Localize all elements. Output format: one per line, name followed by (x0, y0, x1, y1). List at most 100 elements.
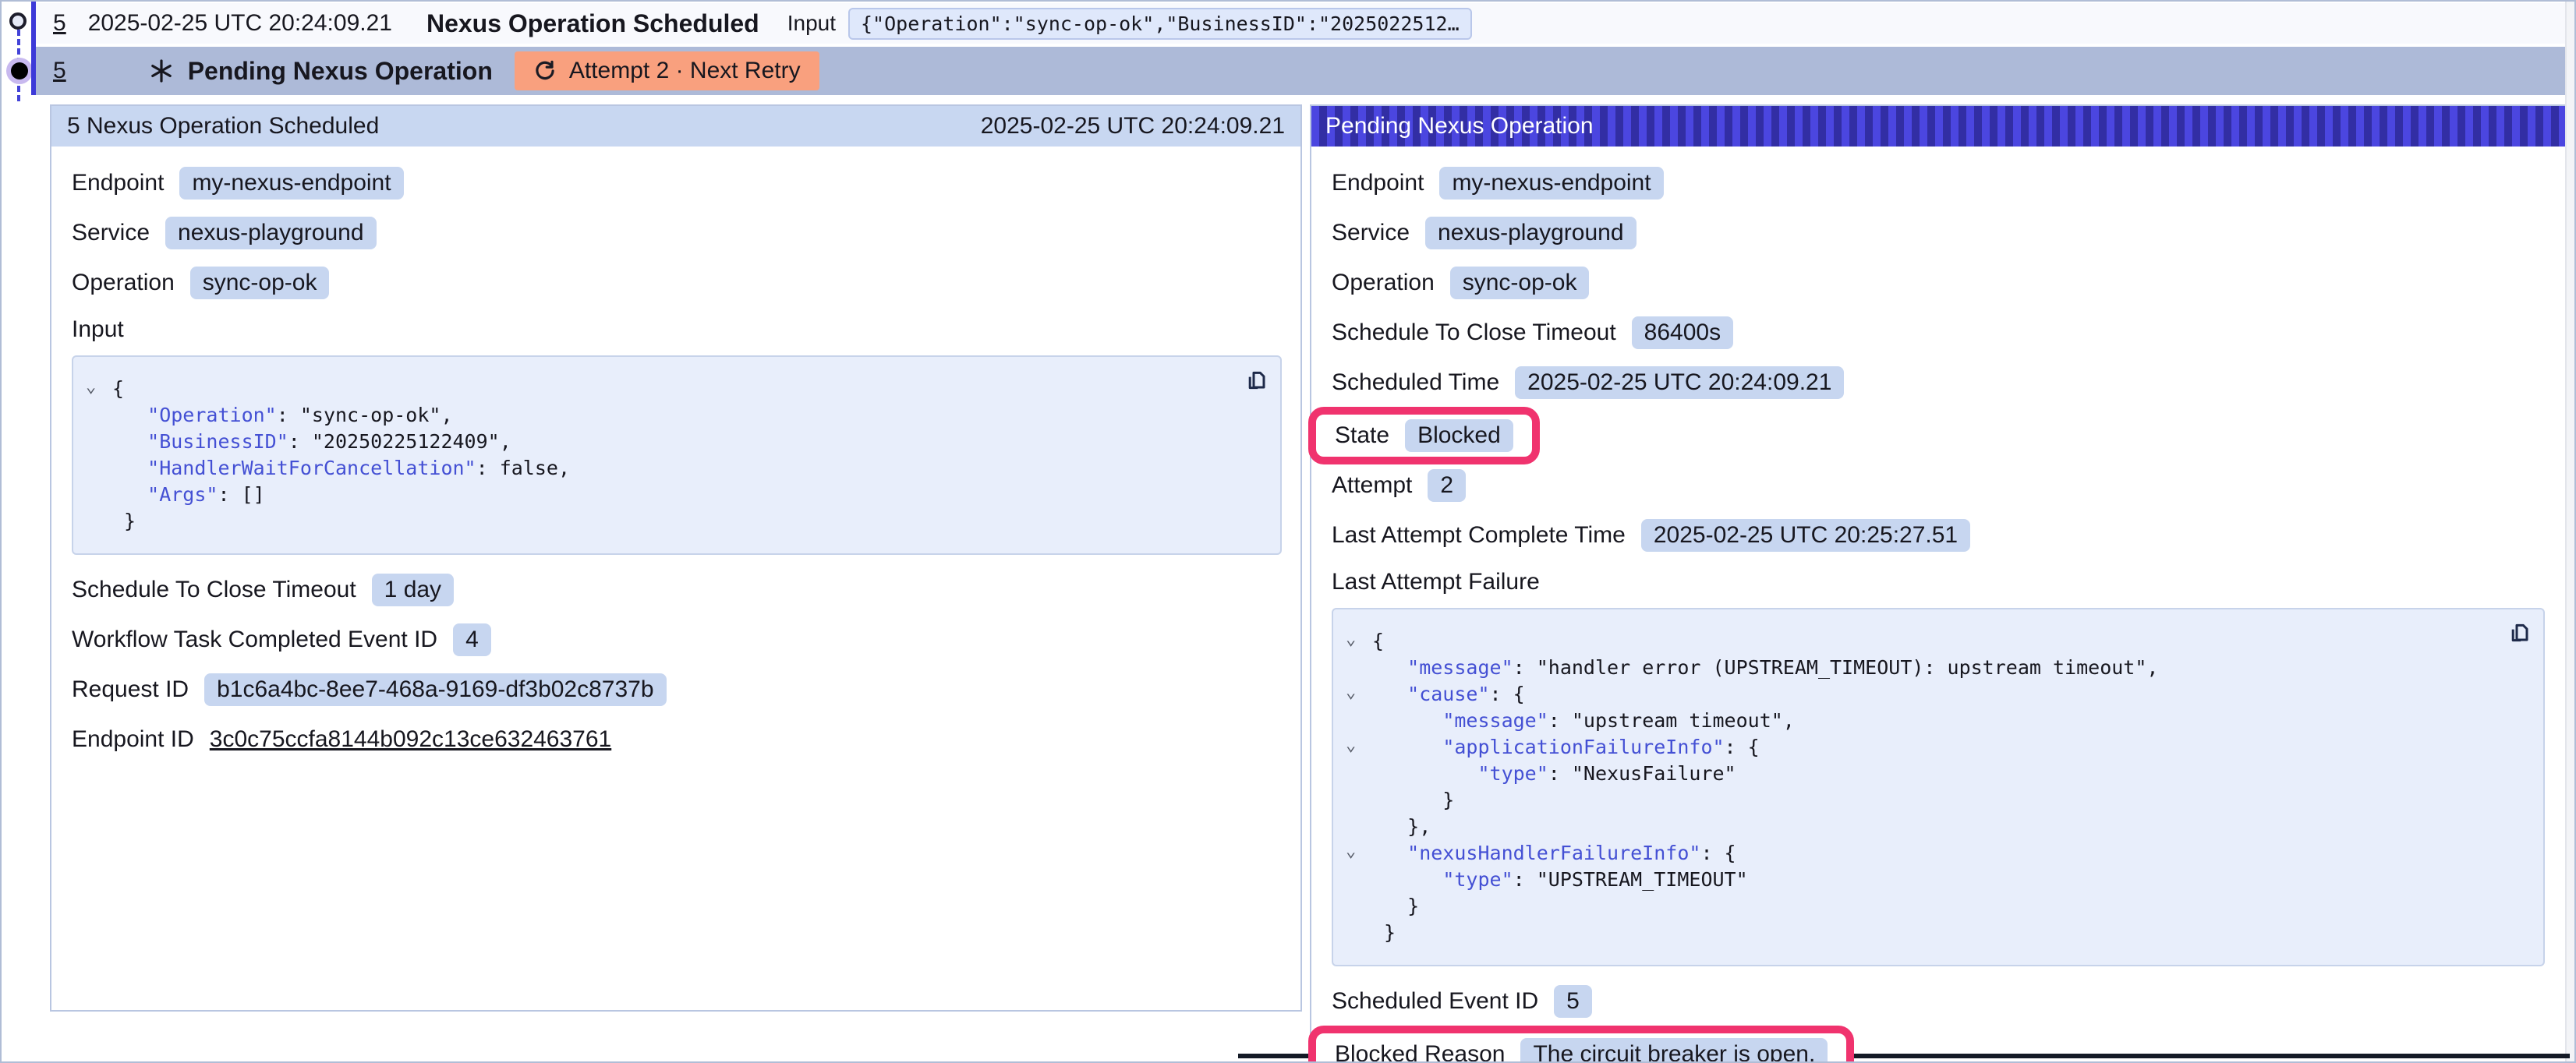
pending-operation-row[interactable]: 5 Pending Nexus Operation Attempt 2 · Ne… (36, 47, 2565, 95)
chevron-spacer (86, 402, 112, 429)
event-timestamp: 2025-02-25 UTC 20:24:09.21 (88, 10, 392, 37)
field-label: Attempt (1332, 472, 1412, 499)
field-value-badge: 5 (1554, 985, 1592, 1018)
chevron-spacer (1346, 787, 1372, 814)
chevron-spacer (1346, 655, 1372, 681)
field-label: State (1335, 422, 1389, 449)
json-line: } (1346, 787, 2490, 814)
field-value-badge: Blocked (1405, 419, 1513, 452)
pending-id-link[interactable]: 5 (53, 58, 66, 84)
chevron-spacer (1346, 867, 1372, 893)
collapse-chevron-icon[interactable]: ⌄ (1346, 681, 1372, 708)
json-viewer: ⌄{ "Operation": "sync-op-ok", "BusinessI… (72, 355, 1282, 555)
collapse-chevron-icon[interactable]: ⌄ (1346, 734, 1372, 761)
scrollbar[interactable] (2565, 2, 2574, 1061)
field-attempt: Attempt2 (1332, 469, 1466, 502)
event-history-expanded-view: 5 2025-02-25 UTC 20:24:09.21 Nexus Opera… (0, 0, 2576, 1063)
event-id-link[interactable]: 5 (53, 10, 66, 37)
timeline-event-dot (9, 12, 27, 30)
pending-operation-title: Pending Nexus Operation (188, 57, 493, 86)
json-line: "Args": [] (86, 482, 1227, 508)
json-line-text: { (112, 376, 124, 402)
field-schedule-to-close-timeout: Schedule To Close Timeout86400s (1332, 316, 1733, 349)
retry-badge-label: Attempt 2 · Next Retry (569, 58, 801, 84)
field-value-badge: sync-op-ok (190, 267, 330, 299)
chevron-spacer (86, 482, 112, 508)
json-line: } (1346, 893, 2490, 920)
json-line: "type": "NexusFailure" (1346, 761, 2490, 787)
field-value-badge: 86400s (1632, 316, 1733, 349)
field-label: Service (1332, 220, 1410, 246)
collapse-chevron-icon[interactable]: ⌄ (1346, 628, 1372, 655)
field-label: Last Attempt Complete Time (1332, 522, 1626, 549)
code-section-input: Input⌄{ "Operation": "sync-op-ok", "Busi… (72, 316, 1279, 555)
collapse-chevron-icon[interactable]: ⌄ (86, 376, 112, 402)
field-scheduled-time: Scheduled Time2025-02-25 UTC 20:24:09.21 (1332, 366, 1844, 399)
event-type-title: Nexus Operation Scheduled (426, 9, 759, 38)
json-line: ⌄{ (86, 376, 1227, 402)
json-line: "message": "handler error (UPSTREAM_TIME… (1346, 655, 2490, 681)
field-label: Endpoint ID (72, 726, 194, 753)
field-request-id: Request ID b1c6a4bc-8ee7-468a-9169-df3b02… (72, 673, 667, 706)
json-line: "message": "upstream timeout", (1346, 708, 2490, 734)
json-line-text: "Operation": "sync-op-ok", (112, 402, 453, 429)
json-line-text: "message": "upstream timeout", (1372, 708, 1795, 734)
event-input-preview-badge: {"Operation":"sync-op-ok","BusinessID":"… (848, 8, 1472, 40)
asterisk-icon (149, 58, 174, 83)
field-endpoint: Endpoint my-nexus-endpoint (72, 167, 404, 200)
field-label: Schedule To Close Timeout (72, 577, 356, 603)
chevron-spacer (1346, 920, 1372, 946)
event-detail-panel-header[interactable]: 5 Nexus Operation Scheduled 2025-02-25 U… (51, 106, 1300, 147)
pending-operation-panel-header[interactable]: Pending Nexus Operation (1311, 106, 2567, 147)
json-line-text: "Args": [] (112, 482, 265, 508)
field-service: Servicenexus-playground (72, 217, 377, 249)
json-line-text: "BusinessID": "20250225122409", (112, 429, 511, 455)
field-workflow-task-completed-event-id: Workflow Task Completed Event ID4 (72, 623, 491, 656)
chevron-spacer (1346, 893, 1372, 920)
code-section-last-attempt-failure: Last Attempt Failure⌄{ "message": "handl… (1332, 569, 2545, 966)
json-line: } (86, 508, 1227, 535)
event-detail-panel: 5 Nexus Operation Scheduled 2025-02-25 U… (50, 104, 1302, 1012)
json-line: ⌄ "cause": { (1346, 681, 2490, 708)
collapse-chevron-icon[interactable]: ⌄ (1346, 840, 1372, 867)
pending-operation-panel: Pending Nexus Operation Endpointmy-nexus… (1310, 104, 2568, 1063)
field-service: Service nexus-playground (1332, 217, 1637, 249)
field-value-badge: 2025-02-25 UTC 20:25:27.51 (1641, 519, 1970, 552)
retry-status-badge: Attempt 2 · Next Retry (515, 51, 819, 90)
json-line: ⌄{ (1346, 628, 2490, 655)
copy-icon[interactable] (1244, 368, 1269, 393)
field-endpoint: Endpointmy-nexus-endpoint (1332, 167, 1664, 200)
field-value-badge: sync-op-ok (1450, 267, 1590, 299)
event-detail-label: Input (787, 11, 836, 36)
field-operation: Operation sync-op-ok (72, 267, 329, 299)
field-value-link[interactable]: 3c0c75ccfa8144b092c13ce632463761 (210, 726, 611, 753)
field-label: Endpoint (72, 170, 164, 196)
json-line-text: "HandlerWaitForCancellation": false, (112, 455, 570, 482)
chevron-spacer (86, 429, 112, 455)
field-last-attempt-complete-time: Last Attempt Complete Time 2025-02-25 UTC… (1332, 519, 1970, 552)
field-value-badge: b1c6a4bc-8ee7-468a-9169-df3b02c8737b (204, 673, 666, 706)
field-label: Scheduled Time (1332, 369, 1499, 396)
field-label: Blocked Reason (1335, 1041, 1505, 1063)
event-detail-panel-time: 2025-02-25 UTC 20:24:09.21 (981, 113, 1285, 139)
event-summary-row[interactable]: 5 2025-02-25 UTC 20:24:09.21 Nexus Opera… (36, 3, 2565, 44)
chevron-spacer (86, 455, 112, 482)
field-value-badge: nexus-playground (1425, 217, 1637, 249)
field-state: State Blocked (1308, 407, 1540, 464)
json-line-text: "applicationFailureInfo": { (1372, 734, 1760, 761)
json-line-text: { (1372, 628, 1384, 655)
json-line-text: } (1372, 787, 1454, 814)
field-label: Operation (72, 270, 175, 296)
field-value-badge: The circuit breaker is open. (1520, 1038, 1828, 1063)
copy-icon[interactable] (2507, 620, 2532, 645)
json-line: "Operation": "sync-op-ok", (86, 402, 1227, 429)
timeline-connector (17, 20, 20, 101)
json-line-text: "type": "UPSTREAM_TIMEOUT" (1372, 867, 1748, 893)
json-line-text: } (1372, 920, 1396, 946)
json-line-text: }, (1372, 814, 1431, 840)
chevron-spacer (86, 508, 112, 535)
timeline-pending-dot (11, 62, 28, 79)
field-value-badge: my-nexus-endpoint (179, 167, 403, 200)
json-line: "type": "UPSTREAM_TIMEOUT" (1346, 867, 2490, 893)
field-label: Request ID (72, 676, 189, 703)
